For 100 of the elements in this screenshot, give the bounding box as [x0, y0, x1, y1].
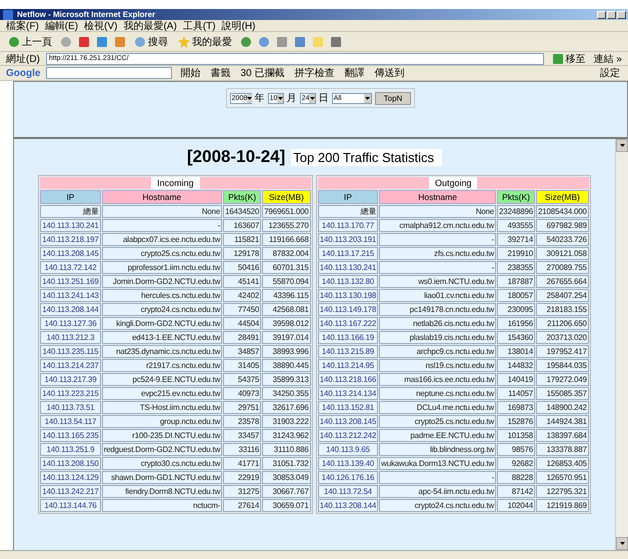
table-cell: 41771	[223, 457, 262, 470]
topn-button[interactable]: TopN	[374, 92, 412, 104]
ip-link[interactable]: 140.113.54.117	[40, 415, 101, 428]
ip-link[interactable]: 140.113.73.51	[40, 401, 101, 414]
toolbar-item[interactable]: 傳送到	[372, 66, 406, 80]
ip-link[interactable]: 140.113.214.134	[318, 387, 378, 400]
ip-link[interactable]: 140.113.208.144	[318, 499, 378, 512]
table-cell: 34857	[223, 345, 262, 358]
close-button[interactable]	[617, 10, 626, 18]
caret-icon[interactable]	[247, 96, 252, 100]
caret-icon[interactable]	[278, 96, 283, 100]
table-cell: 230095	[497, 303, 536, 316]
menu-item[interactable]: 我的最愛(A)	[123, 18, 177, 32]
table-cell: 161956	[497, 317, 536, 330]
star-icon[interactable]	[178, 36, 190, 48]
table-cell: 60701.315	[262, 261, 311, 274]
ip-link[interactable]: 140.113.235.115	[40, 345, 101, 358]
start-button[interactable]: 開始	[178, 66, 202, 80]
ip-link[interactable]: 140.113.152.81	[318, 401, 378, 414]
menu-item[interactable]: 編輯(E)	[44, 18, 78, 32]
toolbar-item[interactable]: 30 已攔截	[238, 66, 286, 80]
ip-link[interactable]: 140.113.218.166	[318, 373, 378, 386]
table-cell: 31405	[223, 359, 262, 372]
ip-link[interactable]: 140.113.167.222	[318, 317, 378, 330]
ip-link[interactable]: 140.126.176.16	[318, 471, 378, 484]
table-cell: lib.blindness.org.tw	[379, 443, 496, 456]
table-cell: 42568.081	[262, 303, 311, 316]
ip-link[interactable]: 140.113.144.76	[40, 499, 101, 512]
toolbar-item[interactable]: 翻譯	[342, 66, 366, 80]
table-cell: shawn.Dorm-GD1.NCTU.edu.tw	[102, 471, 222, 484]
unit-label: 年	[254, 92, 265, 105]
ip-link[interactable]: 140.113.208.145	[40, 247, 101, 260]
search-button[interactable]: 搜尋	[132, 34, 170, 48]
ip-link[interactable]: 140.113.217.39	[40, 373, 101, 386]
maximize-button[interactable]	[607, 10, 616, 18]
ip-link[interactable]: 140.113.17.215	[318, 247, 378, 260]
caret-icon[interactable]	[310, 96, 315, 100]
favorites-button[interactable]: 我的最愛	[176, 34, 234, 48]
minimize-button[interactable]	[597, 10, 606, 18]
table-cell: 44504	[223, 317, 262, 330]
caret-icon[interactable]	[620, 542, 624, 545]
ip-link[interactable]: 140.113.130.241	[40, 219, 101, 232]
ip-link[interactable]: 140.113.212.3	[40, 331, 101, 344]
links-label[interactable]: 連結 »	[594, 52, 622, 66]
table-cell: 114057	[497, 387, 536, 400]
table-cell: 16434520	[223, 205, 262, 218]
ip-link[interactable]: 140.113.72.54	[318, 485, 378, 498]
ip-link[interactable]: 140.113.212.242	[318, 429, 378, 442]
ip-link[interactable]: 140.113.208.145	[318, 415, 378, 428]
ip-link[interactable]: 140.113.218.197	[40, 233, 101, 246]
menu-item[interactable]: 工具(T)	[182, 18, 216, 32]
menu-item[interactable]: 檢視(V)	[84, 18, 118, 32]
table-cell: 30667.767	[262, 485, 311, 498]
ip-link[interactable]: 140.113.203.191	[318, 233, 378, 246]
table-cell: r21917.cs.nctu.edu.tw	[102, 359, 222, 372]
ip-link[interactable]: 140.113.242.217	[40, 485, 101, 498]
ip-link[interactable]: 140.113.9.65	[318, 443, 378, 456]
ip-link[interactable]: 140.113.127.36	[40, 317, 101, 330]
table-cell: 45141	[223, 275, 262, 288]
table-cell: 87832.004	[262, 247, 311, 260]
back-icon[interactable]	[8, 36, 20, 48]
table-cell: 33116	[223, 443, 262, 456]
toolbar-item[interactable]: 書籤	[208, 66, 232, 80]
ip-link[interactable]: 140.113.241.143	[40, 289, 101, 302]
toolbar-item[interactable]: 拼字檢查	[292, 66, 336, 80]
back-button[interactable]: 上一頁	[6, 34, 54, 48]
go-button[interactable]: 移至	[550, 52, 588, 66]
ip-link[interactable]: 140.113.170.77	[318, 219, 378, 232]
menu-item[interactable]: 檔案(F)	[6, 18, 39, 32]
ip-link[interactable]: 140.113.215.89	[318, 345, 378, 358]
table-cell: neptune.cs.nctu.edu.tw	[379, 387, 496, 400]
settings-button[interactable]: 設定	[598, 66, 622, 80]
caret-icon[interactable]	[364, 96, 370, 100]
ip-link[interactable]: 140.113.130.198	[318, 289, 378, 302]
table-cell: wukawuka.Dorm13.NCTU.edu.tw	[379, 457, 496, 470]
ip-link[interactable]: 140.113.132.80	[318, 275, 378, 288]
ip-link[interactable]: 140.113.72.142	[40, 261, 101, 274]
ip-link[interactable]: 140.113.124.129	[40, 471, 101, 484]
ip-link[interactable]: 140.113.165.235	[40, 429, 101, 442]
table-cell: 309121.058	[536, 247, 589, 260]
ip-link[interactable]: 140.113.166.19	[318, 331, 378, 344]
table-cell: 42402	[223, 289, 262, 302]
ip-link[interactable]: 140.113.149.178	[318, 303, 378, 316]
ip-link[interactable]: 140.113.208.144	[40, 303, 101, 316]
menu-item[interactable]: 說明(H)	[222, 18, 256, 32]
ip-link[interactable]: 140.113.223.215	[40, 387, 101, 400]
table-cell: crypto30.cs.nctu.edu.tw	[102, 457, 222, 470]
table-caption: Incoming	[40, 177, 311, 189]
ip-link[interactable]: 140.113.251.9	[40, 443, 101, 456]
ip-link[interactable]: 140.113.214.237	[40, 359, 101, 372]
ip-link[interactable]: 140.113.208.150	[40, 457, 101, 470]
ip-link[interactable]: 140.113.214.95	[318, 359, 378, 372]
table-cell: 77450	[223, 303, 262, 316]
column-header: Hostname	[102, 190, 222, 204]
caret-icon[interactable]	[620, 144, 624, 147]
table-cell: 169873	[497, 401, 536, 414]
ip-link[interactable]: 140.113.139.40	[318, 457, 378, 470]
ip-link[interactable]: 140.113.251.169	[40, 275, 101, 288]
table-cell: Jomin.Dorm-GD2.NCTU.edu.tw	[102, 275, 222, 288]
ip-link[interactable]: 140.113.130.241	[318, 261, 378, 274]
